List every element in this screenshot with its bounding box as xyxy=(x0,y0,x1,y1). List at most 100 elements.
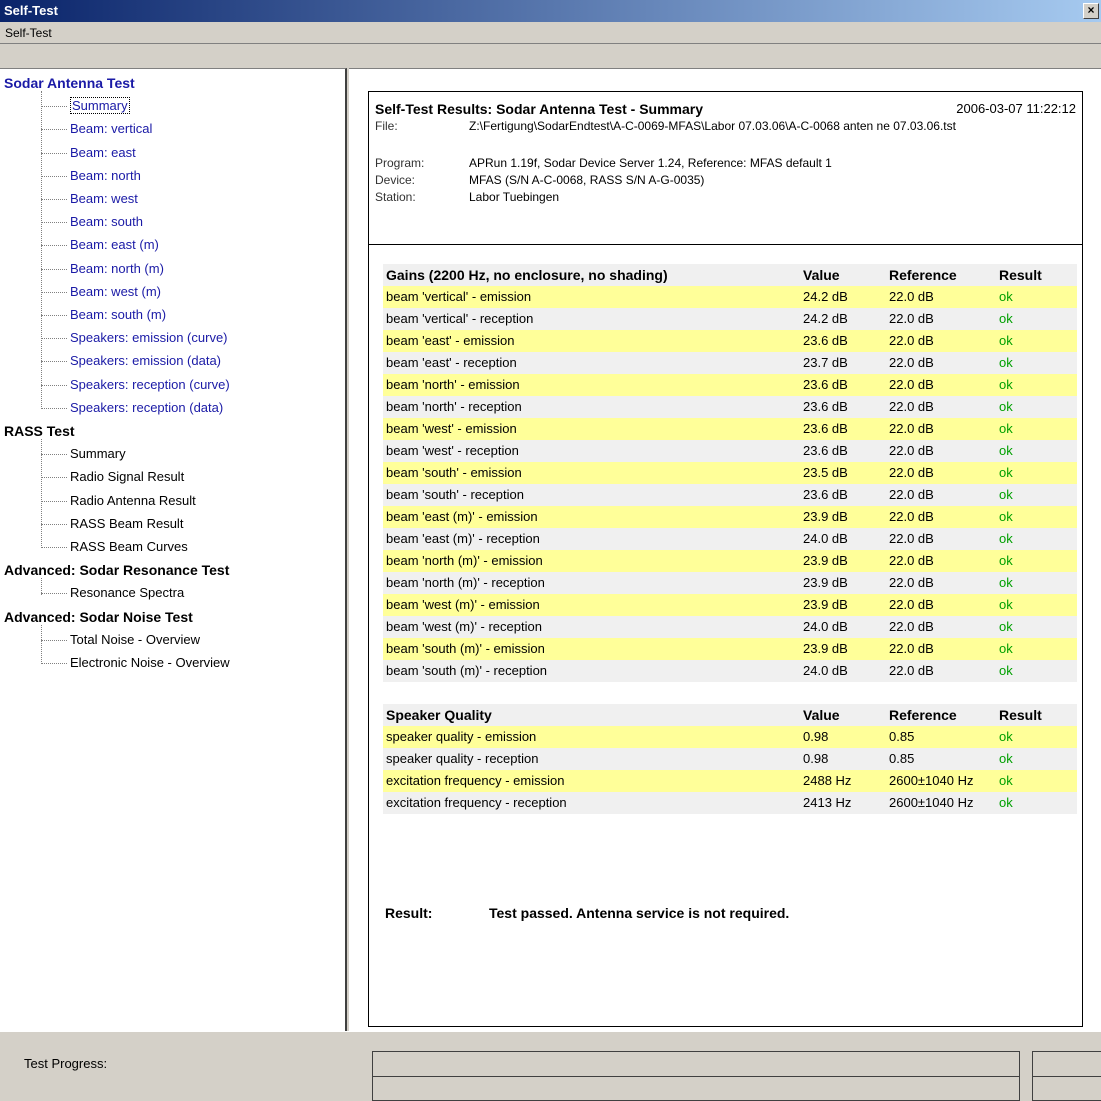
tree-connector xyxy=(41,199,67,200)
tree-item-label: Summary xyxy=(70,446,126,462)
tree-item-label: Radio Antenna Result xyxy=(70,492,196,508)
tree-item-rass-test-summary[interactable]: Summary xyxy=(70,443,126,465)
gains-cell-result: ok xyxy=(999,663,1013,678)
gains-row: beam 'south (m)' - reception 24.0 dB 22.0 … xyxy=(383,660,1077,682)
tree-item-rass-test-radio-signal-result[interactable]: Radio Signal Result xyxy=(70,466,184,488)
report-view[interactable]: Self-Test Results: Sodar Antenna Test - … xyxy=(349,68,1101,1031)
tree-group-sodar-antenna-test[interactable]: Sodar Antenna Test xyxy=(4,72,135,94)
tree-item-label: Radio Signal Result xyxy=(70,469,185,485)
gains-cell-value: 24.2 dB xyxy=(803,289,848,304)
gains-row: beam 'north' - emission 23.6 dB 22.0 dB ok xyxy=(383,374,1077,396)
tree-connector xyxy=(41,477,67,479)
speaker-cell-value: 0.98 xyxy=(803,729,829,744)
gains-cell-reference: 22.0 dB xyxy=(889,399,934,414)
tree-connector xyxy=(41,338,67,340)
tree-group-rass-test[interactable]: RASS Test xyxy=(4,420,75,442)
speaker-cell-reference: 0.85 xyxy=(889,729,915,744)
tree-connector xyxy=(41,222,67,224)
gains-cell-result: ok xyxy=(999,333,1013,348)
tree-item-advanced-sodar-noise-test-electronic-noise-overview[interactable]: Electronic Noise - Overview xyxy=(70,652,230,674)
speaker-cell-value: 2488 Hz xyxy=(803,773,852,788)
report-title: Self-Test Results: Sodar Antenna Test - … xyxy=(375,101,704,117)
result-text: Test passed. Antenna service is not requ… xyxy=(489,905,790,921)
gains-cell-reference: 22.0 dB xyxy=(889,443,934,458)
speaker-row: speaker quality - reception 0.98 0.85 ok xyxy=(383,748,1077,770)
gains-cell-reference: 22.0 dB xyxy=(889,575,934,590)
gains-cell-name: beam 'north (m)' - reception xyxy=(386,575,545,590)
result-label: Result: xyxy=(385,905,433,921)
gains-header-cell: Reference xyxy=(889,267,957,283)
meta-device-value: MFAS (S/N A-C-0068, RASS S/N A-G-0035) xyxy=(469,173,705,187)
gains-row: beam 'north' - reception 23.6 dB 22.0 dB ok xyxy=(383,396,1077,418)
tree-item-sodar-antenna-test-beam-vertical[interactable]: Beam: vertical xyxy=(70,118,152,140)
tree-item-advanced-sodar-resonance-test-resonance-spectra[interactable]: Resonance Spectra xyxy=(70,582,184,604)
gains-row: beam 'south (m)' - emission 23.9 dB 22.0 d… xyxy=(383,638,1077,660)
gains-cell-name: beam 'vertical' - emission xyxy=(386,289,532,304)
gains-cell-name: beam 'west' - reception xyxy=(386,443,519,458)
tree-item-label: Beam: west (m) xyxy=(70,283,162,299)
tree-item-sodar-antenna-test-beam-west-m[interactable]: Beam: west (m) xyxy=(70,281,161,303)
menu-item-self-test[interactable]: Self-Test xyxy=(5,26,52,40)
tree-item-rass-test-rass-beam-result[interactable]: RASS Beam Result xyxy=(70,513,183,535)
tree-item-sodar-antenna-test-speakers-reception-curve[interactable]: Speakers: reception (curve) xyxy=(70,374,230,396)
tree-item-sodar-antenna-test-speakers-emission-curve[interactable]: Speakers: emission (curve) xyxy=(70,327,228,349)
gains-cell-result: ok xyxy=(999,289,1013,304)
gains-cell-result: ok xyxy=(999,575,1013,590)
tree-item-sodar-antenna-test-beam-south-m[interactable]: Beam: south (m) xyxy=(70,304,166,326)
tree-item-advanced-sodar-noise-test-total-noise-overview[interactable]: Total Noise - Overview xyxy=(70,629,200,651)
speaker-cell-reference: 2600±1040 Hz xyxy=(889,773,974,788)
tree-item-label: Speakers: emission (curve) xyxy=(70,330,228,346)
gains-cell-reference: 22.0 dB xyxy=(889,597,934,612)
gains-cell-name: beam 'north (m)' - emission xyxy=(386,553,543,568)
gains-row: beam 'west' - emission 23.6 dB 22.0 dB ok xyxy=(383,418,1077,440)
gains-cell-result: ok xyxy=(999,377,1013,392)
tree-item-sodar-antenna-test-summary[interactable]: Summary xyxy=(70,95,130,117)
speaker-row: speaker quality - emission 0.98 0.85 ok xyxy=(383,726,1077,748)
meta-device-label: Device: xyxy=(375,173,416,187)
speaker-cell-name: excitation frequency - emission xyxy=(386,773,565,788)
speaker-header-cell: Reference xyxy=(889,707,957,723)
tree-group-advanced-sodar-noise-test[interactable]: Advanced: Sodar Noise Test xyxy=(4,606,193,628)
gains-cell-name: beam 'west (m)' - reception xyxy=(386,619,542,634)
tree-item-sodar-antenna-test-beam-west[interactable]: Beam: west xyxy=(70,188,138,210)
window-title: Self-Test xyxy=(4,3,58,18)
tree-item-sodar-antenna-test-speakers-emission-data[interactable]: Speakers: emission (data) xyxy=(70,350,221,372)
gains-row: beam 'west (m)' - reception 24.0 dB 22.0 d… xyxy=(383,616,1077,638)
speaker-header-cell: Speaker Quality xyxy=(386,707,492,723)
tree-item-sodar-antenna-test-beam-north[interactable]: Beam: north xyxy=(70,165,141,187)
tree-item-rass-test-rass-beam-curves[interactable]: RASS Beam Curves xyxy=(70,536,188,558)
gains-row: beam 'south' - emission 23.5 dB 22.0 dB ok xyxy=(383,462,1077,484)
gains-cell-value: 23.9 dB xyxy=(803,575,848,590)
gains-cell-name: beam 'vertical' - reception xyxy=(386,311,534,326)
tree-item-sodar-antenna-test-beam-east-m[interactable]: Beam: east (m) xyxy=(70,234,159,256)
meta-station-value: Labor Tuebingen xyxy=(469,190,560,204)
meta-program-value: APRun 1.19f, Sodar Device Server 1.24, R… xyxy=(469,156,832,170)
tree-item-label: Resonance Spectra xyxy=(70,585,185,601)
gains-row: beam 'north (m)' - emission 23.9 dB 22.0 d… xyxy=(383,550,1077,572)
tree-item-sodar-antenna-test-speakers-reception-data[interactable]: Speakers: reception (data) xyxy=(70,397,223,419)
tree-branch-line xyxy=(41,624,42,665)
speaker-cell-reference: 2600±1040 Hz xyxy=(889,795,974,810)
tree-item-rass-test-radio-antenna-result[interactable]: Radio Antenna Result xyxy=(70,490,196,512)
tree-item-sodar-antenna-test-beam-east[interactable]: Beam: east xyxy=(70,142,136,164)
progress-divider xyxy=(373,1076,1019,1077)
meta-program-label: Program: xyxy=(375,156,425,170)
gains-cell-result: ok xyxy=(999,311,1013,326)
tree-item-sodar-antenna-test-beam-north-m[interactable]: Beam: north (m) xyxy=(70,258,164,280)
close-button[interactable]: × xyxy=(1083,3,1099,19)
navigation-tree-panel[interactable]: Sodar Antenna Test Summary Beam: vertical B… xyxy=(0,68,347,1031)
gains-cell-result: ok xyxy=(999,443,1013,458)
tree-group-advanced-sodar-resonance-test[interactable]: Advanced: Sodar Resonance Test xyxy=(4,559,229,581)
gains-cell-reference: 22.0 dB xyxy=(889,487,934,502)
gains-cell-value: 24.0 dB xyxy=(803,663,848,678)
tree-connector xyxy=(41,106,67,108)
speaker-cell-result: ok xyxy=(999,795,1013,810)
close-icon: × xyxy=(1087,3,1095,17)
gains-cell-reference: 22.0 dB xyxy=(889,619,934,634)
tree-item-sodar-antenna-test-beam-south[interactable]: Beam: south xyxy=(70,211,143,233)
tree-item-label: RASS Beam Curves xyxy=(70,539,188,554)
gains-cell-reference: 22.0 dB xyxy=(889,333,934,348)
gains-cell-value: 23.5 dB xyxy=(803,465,848,480)
gains-cell-name: beam 'south (m)' - reception xyxy=(386,663,548,678)
meta-station-label: Station: xyxy=(375,190,416,204)
